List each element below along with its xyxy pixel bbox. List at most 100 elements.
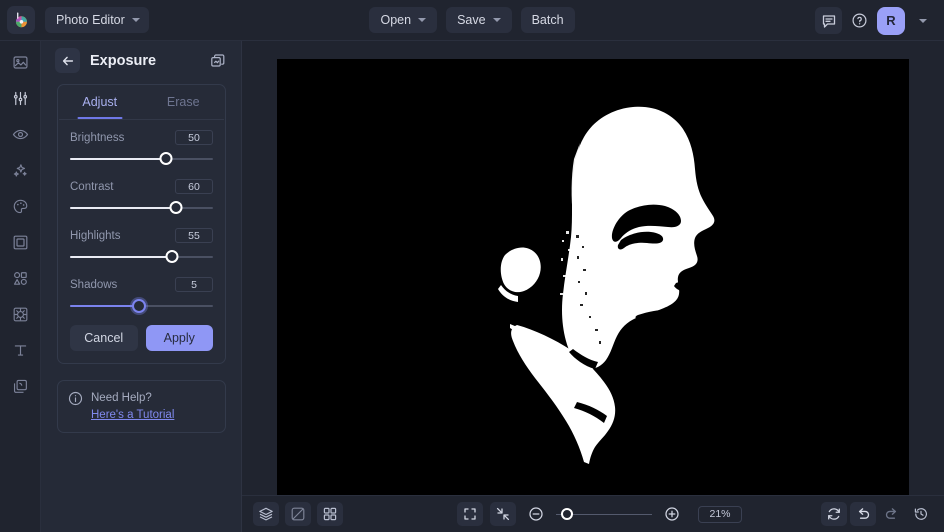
feedback-button[interactable] xyxy=(815,7,842,34)
rail-item-frame[interactable] xyxy=(5,229,35,255)
save-button-label: Save xyxy=(457,13,486,27)
slider-group: Brightness 50 Contrast 60 Highlights 55 … xyxy=(58,120,225,325)
batch-button-label: Batch xyxy=(531,13,564,27)
actual-size-button[interactable] xyxy=(490,502,516,526)
fit-to-screen-button[interactable] xyxy=(457,502,483,526)
zoom-controls: 21% xyxy=(457,502,742,526)
save-button[interactable]: Save xyxy=(446,7,512,33)
bottom-left-group xyxy=(253,502,343,526)
slider-shadows-header: Shadows 5 xyxy=(70,277,213,292)
track-fill xyxy=(70,158,166,160)
slider-contrast-label: Contrast xyxy=(70,180,114,193)
rail-item-texture[interactable] xyxy=(5,301,35,327)
slider-highlights-knob[interactable] xyxy=(165,250,179,263)
zoom-slider[interactable] xyxy=(556,507,652,521)
open-button[interactable]: Open xyxy=(369,7,438,33)
tab-adjust-label: Adjust xyxy=(82,95,118,109)
undo-button[interactable] xyxy=(850,502,876,526)
account-menu-button[interactable] xyxy=(909,7,936,34)
slider-shadows-label: Shadows xyxy=(70,278,118,291)
panel-tabs: Adjust Erase xyxy=(58,85,225,119)
duplicate-layers-icon[interactable] xyxy=(207,50,229,72)
history-button[interactable] xyxy=(908,502,934,526)
slider-contrast-header: Contrast 60 xyxy=(70,179,213,194)
apply-button[interactable]: Apply xyxy=(145,325,213,351)
chevron-down-icon xyxy=(492,18,501,22)
back-button[interactable] xyxy=(55,48,80,73)
slider-brightness-track[interactable] xyxy=(70,152,213,166)
rail-item-retouch[interactable] xyxy=(5,121,35,147)
slider-contrast-value[interactable]: 60 xyxy=(175,179,213,194)
chevron-down-icon xyxy=(918,18,927,23)
chevron-down-icon xyxy=(131,18,140,22)
slider-contrast: Contrast 60 xyxy=(70,179,213,215)
image-canvas[interactable] xyxy=(277,59,909,508)
adjustment-card: Adjust Erase Brightness 50 Contrast 60 H… xyxy=(57,84,226,364)
help-button[interactable] xyxy=(846,7,873,34)
rail-item-color[interactable] xyxy=(5,193,35,219)
slider-highlights: Highlights 55 xyxy=(70,228,213,264)
reset-button[interactable] xyxy=(821,502,847,526)
rail-item-adjust[interactable] xyxy=(5,85,35,111)
high-contrast-profile-portrait xyxy=(277,59,909,508)
info-circle-icon xyxy=(68,391,83,411)
tab-adjust[interactable]: Adjust xyxy=(58,85,142,119)
grid-view-button[interactable] xyxy=(317,502,343,526)
track-fill xyxy=(70,256,172,258)
tab-erase[interactable]: Erase xyxy=(142,85,226,119)
tool-rail xyxy=(0,41,41,532)
slider-shadows-knob[interactable] xyxy=(131,299,146,313)
slider-shadows: Shadows 5 xyxy=(70,277,213,313)
top-toolbar: Photo Editor Open Save Batch R xyxy=(0,0,944,41)
slider-brightness: Brightness 50 xyxy=(70,130,213,166)
canvas-area[interactable] xyxy=(242,41,944,508)
rail-item-text[interactable] xyxy=(5,337,35,363)
zoom-slider-knob[interactable] xyxy=(560,508,573,520)
slider-shadows-track[interactable] xyxy=(70,299,213,313)
rail-item-layers[interactable] xyxy=(5,373,35,399)
slider-brightness-header: Brightness 50 xyxy=(70,130,213,145)
slider-shadows-value[interactable]: 5 xyxy=(175,277,213,292)
help-card: Need Help? Here's a Tutorial xyxy=(57,380,226,434)
help-card-texts: Need Help? Here's a Tutorial xyxy=(91,390,174,423)
slider-contrast-track[interactable] xyxy=(70,201,213,215)
color-wheel-logo xyxy=(12,11,30,29)
batch-button[interactable]: Batch xyxy=(520,7,575,33)
zoom-level-value[interactable]: 21% xyxy=(698,505,742,523)
chevron-down-icon xyxy=(418,18,427,22)
redo-button[interactable] xyxy=(879,502,905,526)
zoom-out-button[interactable] xyxy=(523,502,549,526)
avatar[interactable]: R xyxy=(877,6,905,35)
adjustment-panel: Exposure Adjust Erase Brightness 50 Cont… xyxy=(41,41,242,532)
zoom-in-button[interactable] xyxy=(659,502,685,526)
rail-item-shapes[interactable] xyxy=(5,265,35,291)
slider-highlights-label: Highlights xyxy=(70,229,121,242)
help-title: Need Help? xyxy=(91,392,152,404)
slider-highlights-header: Highlights 55 xyxy=(70,228,213,243)
track-fill xyxy=(70,207,176,209)
history-controls xyxy=(821,502,934,526)
app-logo-button[interactable] xyxy=(7,6,35,34)
open-button-label: Open xyxy=(380,13,412,27)
slider-contrast-knob[interactable] xyxy=(169,201,183,214)
tutorial-link[interactable]: Here's a Tutorial xyxy=(91,407,174,424)
slider-brightness-value[interactable]: 50 xyxy=(175,130,213,145)
avatar-initial: R xyxy=(886,13,896,28)
rail-item-image[interactable] xyxy=(5,49,35,75)
top-toolbar-right-group: R xyxy=(815,0,936,41)
rail-item-effects[interactable] xyxy=(5,157,35,183)
app-switcher-label: Photo Editor xyxy=(56,13,125,27)
compare-button[interactable] xyxy=(285,502,311,526)
slider-brightness-label: Brightness xyxy=(70,131,125,144)
layers-button[interactable] xyxy=(253,502,279,526)
app-switcher-menu[interactable]: Photo Editor xyxy=(45,7,149,33)
cancel-button[interactable]: Cancel xyxy=(70,325,138,351)
page-title: Exposure xyxy=(90,52,157,69)
slider-highlights-value[interactable]: 55 xyxy=(175,228,213,243)
tab-erase-label: Erase xyxy=(166,95,200,109)
slider-highlights-track[interactable] xyxy=(70,250,213,264)
slider-brightness-knob[interactable] xyxy=(159,152,173,165)
bottom-toolbar: 21% xyxy=(242,495,944,532)
photo-editor-window: Photo Editor Open Save Batch R Exposure … xyxy=(0,0,944,532)
panel-actions: Cancel Apply xyxy=(58,325,225,363)
